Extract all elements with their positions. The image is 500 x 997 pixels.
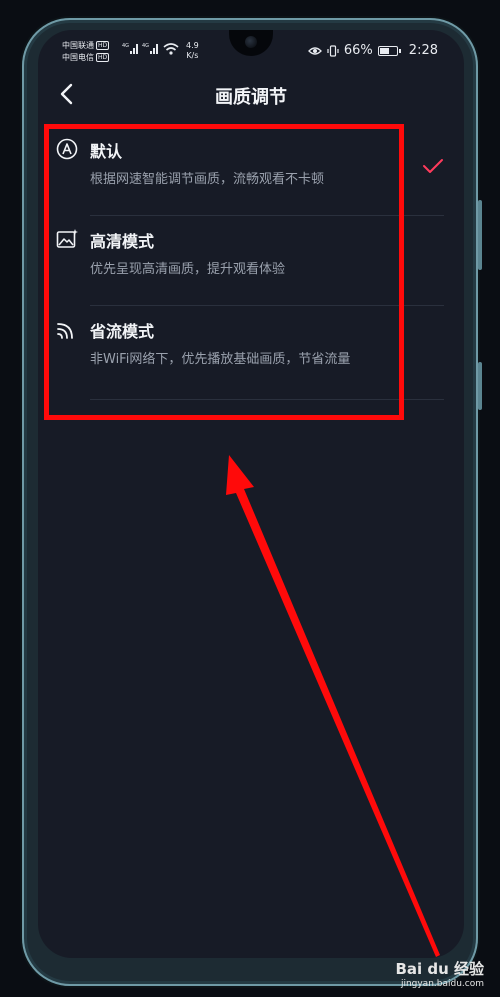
battery-percent: 66% xyxy=(343,43,373,58)
vibrate-icon xyxy=(327,44,339,57)
battery-level xyxy=(379,47,390,54)
network-speed: 4.9 K/s xyxy=(186,41,199,61)
status-time: 2:28 xyxy=(408,43,438,58)
wifi-icon xyxy=(163,43,179,55)
network-1: 4G xyxy=(122,43,129,49)
hd-badge: HD xyxy=(96,53,110,62)
network-2: 4G xyxy=(142,43,149,49)
speed-unit: K/s xyxy=(186,51,199,60)
nav-bar: 画质调节 xyxy=(38,74,464,114)
annotation-highlight-box xyxy=(44,124,404,420)
status-right: 66% 2:28 xyxy=(307,43,438,58)
status-bar: 中国联通 HD 中国电信 HD 4G 4G 4.9 K/s 66% 2:28 xyxy=(38,30,464,70)
watermark-logo: Bai du 经验 xyxy=(395,960,484,978)
page-title: 画质调节 xyxy=(215,87,287,108)
power-button xyxy=(478,362,482,410)
checkmark-icon xyxy=(423,159,443,173)
watermark: Bai du 经验 jingyan.baidu.com xyxy=(395,958,484,989)
hd-badge: HD xyxy=(96,41,110,50)
carrier-2: 中国电信 xyxy=(62,53,94,62)
speed-value: 4.9 xyxy=(186,41,199,50)
volume-button xyxy=(478,200,482,270)
eye-icon xyxy=(307,46,322,55)
carrier-info: 中国联通 HD 中国电信 HD xyxy=(62,40,110,64)
watermark-url: jingyan.baidu.com xyxy=(400,979,484,989)
battery-icon xyxy=(377,45,401,56)
signal-icon: 4G xyxy=(122,43,138,54)
carrier-1: 中国联通 xyxy=(62,41,94,50)
signal-icon: 4G xyxy=(142,43,158,54)
